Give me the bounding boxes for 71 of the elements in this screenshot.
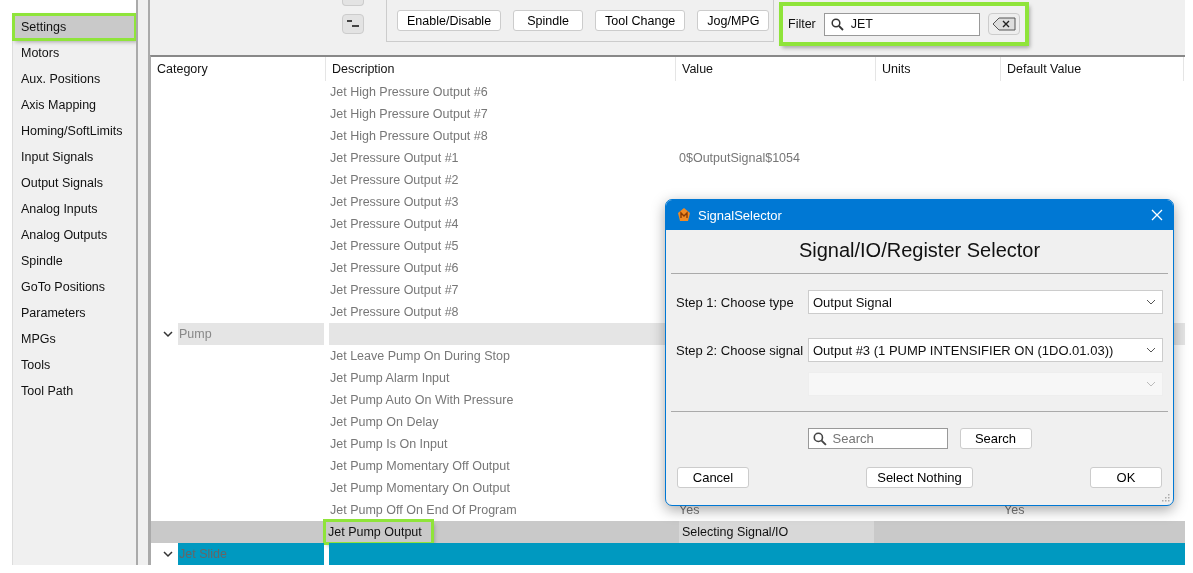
sidebar-item[interactable]: Analog Inputs — [13, 196, 136, 222]
resize-grip-icon[interactable] — [1160, 492, 1170, 502]
description-cell-text: Jet Pressure Output #1 — [329, 150, 459, 167]
dialog-heading: Signal/IO/Register Selector — [797, 238, 1042, 263]
sidebar-item[interactable]: Settings — [13, 14, 136, 40]
search-button[interactable]: Search — [959, 428, 1032, 449]
collapse-icon[interactable] — [342, 14, 364, 34]
step-label: Step 2: Choose signal — [676, 342, 805, 358]
sidebar-item[interactable]: Input Signals — [13, 144, 136, 170]
close-icon[interactable] — [1151, 209, 1163, 221]
sidebar-item[interactable]: Homing/SoftLimits — [13, 118, 136, 144]
sidebar-item[interactable]: Tools — [13, 352, 136, 378]
description-cell-text: Jet High Pressure Output #6 — [329, 84, 488, 101]
description-cell-text: Jet Pressure Output #7 — [329, 282, 459, 299]
sidebar-item[interactable]: MPGs — [13, 326, 136, 352]
filter-field[interactable]: JET — [823, 12, 980, 36]
description-cell-text: Jet Pump Momentary On Output — [329, 480, 510, 497]
description-cell-text: Jet Pump Auto On With Pressure — [329, 392, 514, 409]
description-cell: Jet Pump Output — [325, 521, 432, 543]
sidebar-item[interactable]: Spindle — [13, 248, 136, 274]
description-cell-text: Jet Pressure Output #8 — [329, 304, 459, 321]
sidebar-item[interactable]: Output Signals — [13, 170, 136, 196]
signal-dropdown[interactable]: Output #3 (1 PUMP INTENSIFIER ON (1DO.01.03)) — [808, 338, 1163, 362]
description-cell-text: Jet Pump On Delay — [329, 414, 439, 431]
chevron-icon — [1146, 347, 1156, 353]
sidebar-item[interactable]: Motors — [13, 40, 136, 66]
sidebar-item[interactable]: GoTo Positions — [13, 274, 136, 300]
column-header[interactable]: Description — [326, 57, 676, 81]
description-cell-text: Jet Pump Is On Input — [329, 436, 448, 453]
toolbar-button[interactable]: Enable/Disable — [397, 10, 502, 31]
column-header[interactable]: Value — [676, 57, 876, 81]
search-icon — [830, 17, 844, 31]
chevron-icon — [1146, 381, 1156, 387]
column-header[interactable]: Default Value — [1001, 57, 1184, 81]
description-cell-text: Jet Pressure Output #3 — [329, 194, 459, 211]
description-cell-text: Jet High Pressure Output #7 — [329, 106, 488, 123]
value-cell: 0$OutputSignal$1054 — [679, 151, 800, 165]
sidebar-item[interactable]: Axis Mapping — [13, 92, 136, 118]
search-field[interactable]: Search — [807, 428, 948, 449]
description-cell-text: Jet Leave Pump On During Stop — [329, 348, 510, 365]
sidebar-item[interactable]: Aux. Positions — [13, 66, 136, 92]
clear-button[interactable] — [987, 13, 1020, 35]
filter-label: Filter — [788, 17, 816, 31]
sidebar-item[interactable]: Tool Path — [13, 378, 136, 404]
dialog-title: SignalSelector — [698, 207, 782, 223]
description-cell-text: Jet Pump Momentary Off Output — [329, 458, 510, 475]
value-cell: Selecting Signal/IO — [679, 521, 874, 543]
toolbar-button[interactable]: Jog/MPG — [697, 10, 770, 31]
column-header[interactable]: Category — [151, 57, 326, 81]
type-dropdown[interactable]: Output Signal — [808, 290, 1163, 314]
step-label: Step 1: Choose type — [676, 294, 795, 310]
description-cell-text: Jet Pressure Output #2 — [329, 172, 459, 189]
column-header[interactable]: Units — [876, 57, 1001, 81]
description-cell-text: Jet Pressure Output #6 — [329, 260, 459, 277]
chevron-icon[interactable] — [163, 550, 173, 558]
app-logo-icon — [676, 207, 692, 223]
description-cell-text: Jet High Pressure Output #8 — [329, 128, 488, 145]
description-cell-text: Jet Pressure Output #4 — [329, 216, 459, 233]
toolbar-button[interactable]: Spindle — [513, 10, 584, 31]
description-cell-text: Jet Pressure Output #5 — [329, 238, 459, 255]
search-icon — [812, 432, 827, 446]
dialog-button[interactable]: Select Nothing — [866, 467, 973, 488]
chevron-icon — [1146, 299, 1156, 305]
sidebar-item[interactable]: Parameters — [13, 300, 136, 326]
sidebar-item[interactable]: Analog Outputs — [13, 222, 136, 248]
dialog-button[interactable]: Cancel — [677, 467, 749, 488]
chevron-icon[interactable] — [163, 330, 173, 338]
toolbar-button[interactable]: Tool Change — [595, 10, 686, 31]
description-cell-text: Jet Pump Alarm Input — [329, 370, 450, 387]
description-cell-text: Jet Pump Off On End Of Program — [329, 502, 517, 519]
dialog-button[interactable]: OK — [1090, 467, 1162, 488]
